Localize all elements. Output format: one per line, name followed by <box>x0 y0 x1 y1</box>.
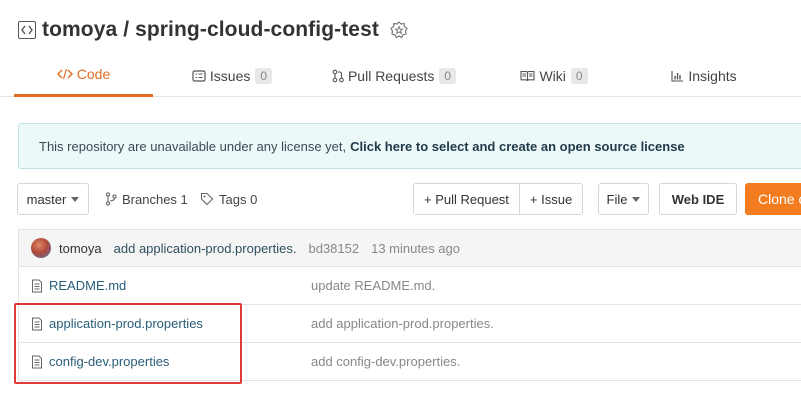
license-notice-text: This repository are unavailable under an… <box>39 138 347 154</box>
pull-requests-count-badge: 0 <box>439 67 457 84</box>
create-button-group: + Pull Request + Issue <box>413 183 584 215</box>
file-dropdown-label: File <box>606 191 628 207</box>
repo-toolbar: master Branches 1 Tags 0 + Pull Request … <box>0 183 801 217</box>
pull-request-icon <box>332 69 344 83</box>
file-row-application-prod[interactable]: application-prod.properties add applicat… <box>18 305 801 343</box>
repo-tabs: Code Issues 0 Pull Requests 0 Wiki 0 Ins… <box>0 54 801 97</box>
file-icon <box>31 355 43 369</box>
repo-header: tomoya / spring-cloud-config-test <box>18 14 409 46</box>
insights-icon <box>671 70 684 82</box>
file-commit-message[interactable]: update README.md. <box>311 278 435 293</box>
repo-code-icon <box>18 21 36 39</box>
file-commit-message[interactable]: add config-dev.properties. <box>311 354 460 369</box>
code-icon <box>56 68 73 80</box>
new-pull-request-button[interactable]: + Pull Request <box>414 184 519 214</box>
file-row-config-dev[interactable]: config-dev.properties add config-dev.pro… <box>18 343 801 381</box>
commit-message[interactable]: add application-prod.properties. <box>114 241 297 256</box>
repo-title[interactable]: tomoya / spring-cloud-config-test <box>42 18 379 42</box>
chevron-down-icon <box>632 196 641 202</box>
tab-pull-requests[interactable]: Pull Requests 0 <box>314 54 474 97</box>
select-license-link[interactable]: Click here to select and create an open … <box>350 139 685 154</box>
recommended-badge-icon <box>389 20 409 40</box>
branches-link[interactable]: Branches 1 <box>105 183 188 215</box>
commit-time: 13 minutes ago <box>371 240 461 256</box>
tab-wiki[interactable]: Wiki 0 <box>504 54 604 97</box>
tab-issues[interactable]: Issues 0 <box>165 54 299 97</box>
tab-code[interactable]: Code <box>14 54 153 97</box>
latest-commit-bar: tomoya add application-prod.properties. … <box>18 229 801 267</box>
file-name[interactable]: README.md <box>49 278 299 293</box>
avatar[interactable] <box>31 238 51 258</box>
file-list: README.md update README.md. application-… <box>18 267 801 381</box>
tag-icon <box>200 192 214 206</box>
commit-hash[interactable]: bd38152 <box>308 241 359 256</box>
file-dropdown-button[interactable]: File <box>598 183 649 215</box>
tab-label: Code <box>76 66 111 82</box>
branches-label: Branches 1 <box>122 191 188 207</box>
tab-label: Issues <box>209 67 251 84</box>
chevron-down-icon <box>71 196 80 202</box>
file-icon <box>31 279 43 293</box>
file-name[interactable]: application-prod.properties <box>49 316 299 331</box>
license-notice: This repository are unavailable under an… <box>18 123 801 169</box>
branch-icon <box>105 192 117 206</box>
tab-label: Wiki <box>539 67 566 84</box>
issues-icon <box>192 69 206 82</box>
tab-label: Pull Requests <box>347 67 435 84</box>
issues-count-badge: 0 <box>255 67 273 84</box>
wiki-icon <box>520 70 535 82</box>
file-name[interactable]: config-dev.properties <box>49 354 299 369</box>
tags-label: Tags 0 <box>219 191 258 207</box>
file-commit-message[interactable]: add application-prod.properties. <box>311 316 494 331</box>
file-row-readme[interactable]: README.md update README.md. <box>18 267 801 305</box>
new-issue-button[interactable]: + Issue <box>518 184 583 214</box>
tags-link[interactable]: Tags 0 <box>200 183 257 215</box>
web-ide-button[interactable]: Web IDE <box>659 183 737 215</box>
commit-author[interactable]: tomoya <box>59 241 102 256</box>
file-icon <box>31 317 43 331</box>
clone-download-button[interactable]: Clone o <box>745 183 801 215</box>
wiki-count-badge: 0 <box>570 67 588 84</box>
branch-select[interactable]: master <box>17 183 89 215</box>
tab-insights[interactable]: Insights <box>656 54 752 97</box>
tab-label: Insights <box>688 67 737 84</box>
branch-select-label: master <box>26 191 67 207</box>
